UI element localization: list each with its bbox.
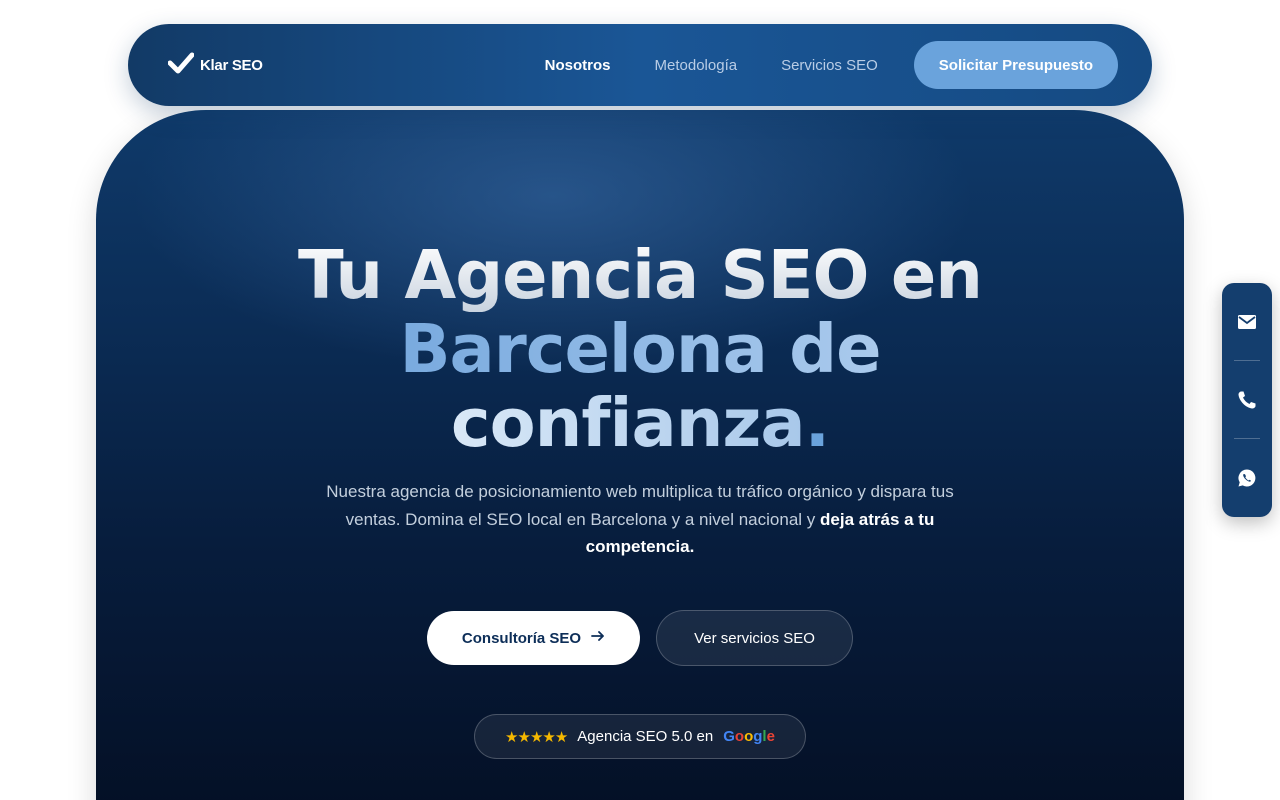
top-navbar: Klar SEO Nosotros Metodología Servicios …	[128, 24, 1152, 106]
nav-link-servicios-seo[interactable]: Servicios SEO	[781, 57, 878, 74]
google-rating-badge: ★★★★★ Agencia SEO 5.0 en Google	[474, 714, 806, 759]
ver-servicios-seo-button[interactable]: Ver servicios SEO	[656, 610, 853, 666]
phone-icon[interactable]	[1222, 361, 1272, 438]
hero-headline: Tu Agencia SEO en Barcelona de confianza…	[96, 238, 1184, 460]
mail-icon[interactable]	[1222, 283, 1272, 360]
headline-line-3: confianza.	[96, 386, 1184, 460]
logo[interactable]: Klar SEO	[167, 52, 263, 79]
headline-line-3-text: confianza	[450, 384, 806, 462]
logo-text: Klar SEO	[200, 56, 263, 74]
google-letter: o	[734, 728, 745, 745]
nav-link-nosotros[interactable]: Nosotros	[545, 57, 611, 74]
consultoria-seo-label: Consultoría SEO	[461, 629, 582, 647]
whatsapp-icon[interactable]	[1222, 439, 1272, 516]
main-nav: Nosotros Metodología Servicios SEO Solic…	[545, 41, 1118, 89]
rating-text: Agencia SEO 5.0 en	[577, 728, 714, 745]
consultoria-seo-button[interactable]: Consultoría SEO	[427, 611, 640, 665]
nav-link-metodologia[interactable]: Metodología	[655, 57, 738, 74]
arrow-right-icon	[591, 629, 605, 647]
solicitar-presupuesto-button[interactable]: Solicitar Presupuesto	[913, 41, 1118, 89]
checkmark-logo-icon	[167, 52, 195, 79]
google-letter: o	[744, 728, 754, 745]
five-stars-icon: ★★★★★	[505, 728, 568, 746]
google-letter: G	[723, 728, 735, 745]
google-letter: e	[766, 728, 775, 745]
floating-contact-bar	[1222, 283, 1272, 517]
headline-line-2: Barcelona de	[96, 312, 1184, 386]
hero-subtitle: Nuestra agencia de posicionamiento web m…	[306, 478, 974, 561]
hero-section: Tu Agencia SEO en Barcelona de confianza…	[96, 110, 1184, 800]
google-wordmark: Google	[723, 728, 775, 745]
headline-dot: .	[804, 384, 830, 462]
headline-line-1: Tu Agencia SEO en	[96, 238, 1184, 312]
